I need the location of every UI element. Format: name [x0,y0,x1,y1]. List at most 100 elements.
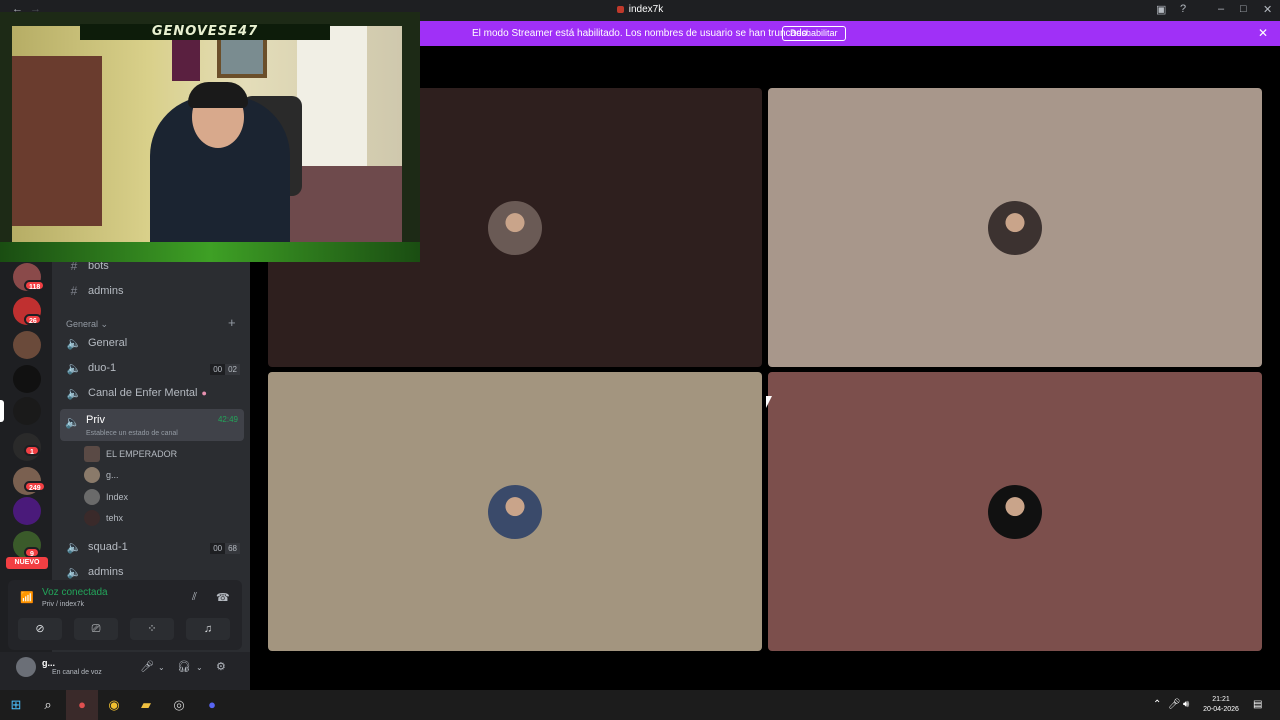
webcam-closet [12,56,102,226]
microphone-icon[interactable]: 🎤︎ [1168,699,1181,710]
webcam-person-hair [188,82,248,108]
channel-label: admins [88,285,124,297]
app-icon[interactable]: ● [74,697,90,713]
activities-button[interactable]: ⁘ [130,618,174,640]
channel-label: squad-1 [88,541,128,553]
server-icon[interactable] [13,365,41,393]
video-tile[interactable] [768,88,1262,367]
voice-connection-panel: 📶 Voz conectada Priv / index7k ⫽ ☎ ⊘ ⎚ ⁘… [8,580,242,650]
avatar [84,510,100,526]
voice-connected-title[interactable]: Voz conectada [42,587,108,598]
webcam-door [297,26,367,186]
voice-member[interactable]: g... [84,466,119,484]
close-banner-icon[interactable]: ✕ [1258,26,1268,40]
channel-label: Canal de Enfer Mental [88,387,198,399]
brain-emoji-icon: ● [201,388,207,398]
channel-label: admins [88,566,124,578]
participant-avatar [488,484,542,539]
server-icon [616,5,624,13]
participant-avatar [488,200,542,255]
channel-label: Priv [86,414,105,426]
banner-message: El modo Streamer está habilitado. Los no… [472,28,810,39]
soundboard-button[interactable]: ♫ [186,618,230,640]
windows-start-icon[interactable]: ⊞ [8,697,24,713]
speaker-icon: 🔈 [66,336,82,350]
noise-suppression-icon[interactable]: ⫽ [192,591,197,604]
new-unreads-pill[interactable]: NUEVO [6,557,48,569]
signal-icon[interactable]: 📶 [20,591,34,604]
avatar [84,467,100,483]
chevron-down-icon[interactable]: ⌄ [158,663,165,672]
folder-icon[interactable]: ▰ [138,697,154,713]
user-panel: g... En canal de voz 🎤︎ ⌄ 🎧︎ ⌄ ⚙ [0,652,250,690]
server-icon[interactable] [13,331,41,359]
channel-admins[interactable]: # admins [66,281,124,301]
window-title: index7k [628,4,664,15]
voice-member[interactable]: tehx [84,509,123,527]
notification-icon[interactable]: ▤ [1253,699,1262,710]
chrome-icon[interactable]: ◉ [106,697,122,713]
disconnect-icon[interactable]: ☎ [216,591,230,604]
voice-channel-general[interactable]: 🔈 General [66,333,128,353]
server-icon[interactable] [13,497,41,525]
username[interactable]: g... [42,658,55,668]
voice-connected-subtitle[interactable]: Priv / index7k [42,601,84,608]
hashtag-icon: # [70,284,78,298]
gear-icon[interactable]: ⚙ [216,660,226,673]
server-icon[interactable] [13,397,41,425]
system-clock[interactable]: 21:21 20-04-2026 [1196,695,1246,715]
avatar [84,489,100,505]
user-status: En canal de voz [52,669,102,676]
video-tile[interactable] [268,372,762,651]
call-timer: 42:49 [217,415,238,424]
avatar[interactable] [16,657,36,677]
participant-avatar [988,200,1042,255]
speaker-icon: 🔈 [66,565,82,579]
category-general[interactable]: General ⌄ [66,319,108,330]
os-taskbar: ⊞ ⌕ ● ◉ ▰ ◎ ● ⌃ 🎤︎ 🔊︎ 21:21 20-04-2026 ▤ [0,690,1280,720]
webcam-feed [12,26,402,246]
help-icon[interactable]: ? [1180,3,1186,15]
headphones-icon[interactable]: 🎧︎ [177,660,191,673]
video-tile[interactable] [768,372,1262,651]
app-icon[interactable]: ◎ [171,697,187,713]
mouse-cursor-icon [766,396,772,408]
voice-channel-enfer-mental[interactable]: 🔈 Canal de Enfer Mental ● [66,383,207,403]
voice-member[interactable]: EL EMPERADOR [84,445,177,463]
search-icon[interactable]: ⌕ [40,697,56,713]
screen-share-button[interactable]: ⎚ [74,618,118,640]
speaker-icon: 🔈 [66,540,82,554]
webcam-streamer-name: GENOVESE47 [80,24,330,40]
chevron-down-icon[interactable]: ⌄ [196,663,203,672]
avatar [84,446,100,462]
voice-channel-priv[interactable]: 🔈 Priv 42:49 Establece un estado de cana… [60,409,244,441]
set-channel-status[interactable]: Establece un estado de canal [86,430,178,437]
minimize-icon[interactable]: – [1218,3,1224,15]
speaker-icon: 🔈 [66,386,82,400]
participant-avatar [988,484,1042,539]
close-window-icon[interactable]: ✕ [1263,3,1272,16]
chevron-up-icon[interactable]: ⌃ [1153,699,1161,710]
unread-badge: 118 [24,280,46,291]
microphone-icon[interactable]: 🎤︎ [140,660,154,673]
webcam-frame-decoration [0,242,420,262]
channel-label: General [88,337,128,349]
volume-icon[interactable]: 🔊︎ [1183,699,1189,710]
channel-label: duo-1 [88,362,117,374]
add-channel-icon[interactable]: + [228,315,236,330]
voice-member[interactable]: Index [84,488,128,506]
disable-streamer-button[interactable]: Deshabilitar [782,26,846,41]
selected-server-pill [0,400,4,422]
user-limit-badge: 00 68 [210,543,240,554]
maximize-icon[interactable]: □ [1240,3,1247,15]
discord-icon[interactable]: ● [204,697,220,713]
speaker-icon: 🔈 [66,361,82,375]
webcam-painting [217,36,267,78]
camera-off-button[interactable]: ⊘ [18,618,62,640]
streamer-webcam-overlay: GENOVESE47 [0,12,420,262]
unread-badge: 1 [24,445,40,456]
unread-badge: 249 [24,481,46,492]
voice-channel-admins[interactable]: 🔈 admins [66,562,124,582]
inbox-icon[interactable]: ▣ [1156,3,1166,16]
speaker-icon: 🔈 [65,415,80,429]
